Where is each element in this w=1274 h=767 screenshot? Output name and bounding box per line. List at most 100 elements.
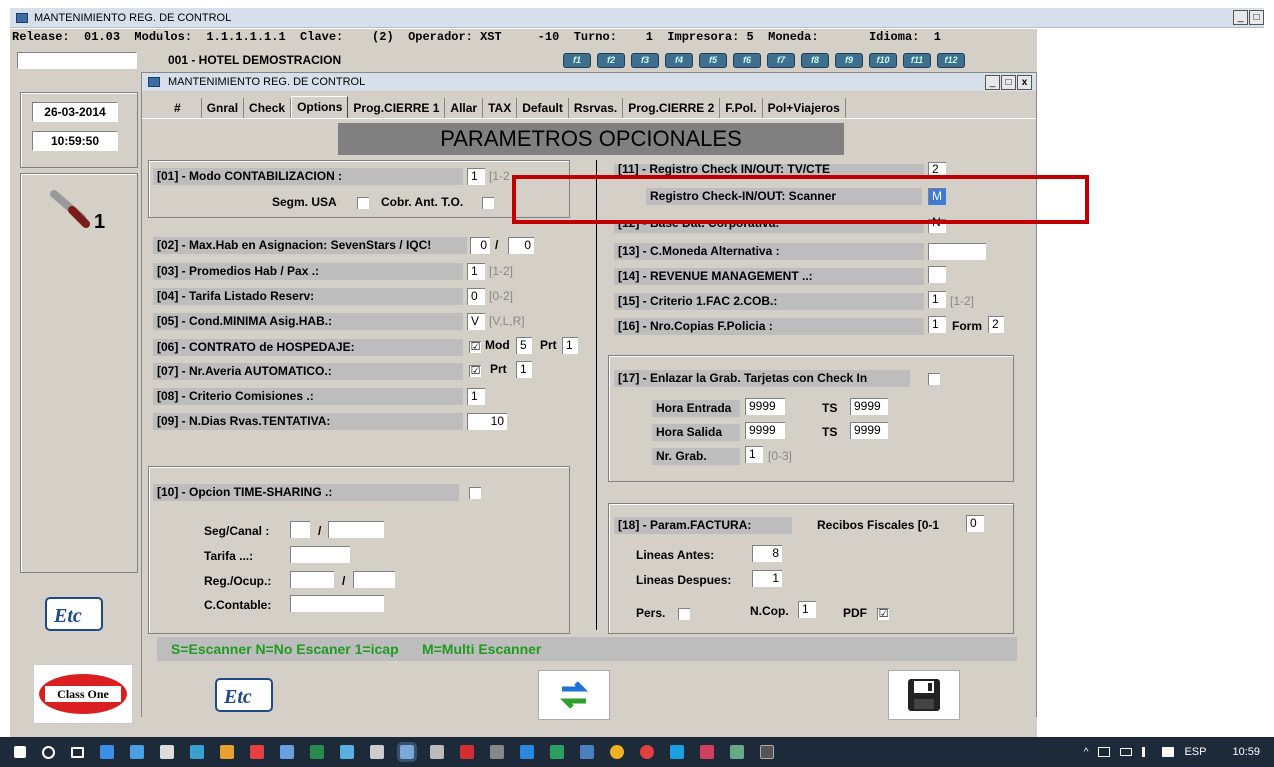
search-icon[interactable]: [42, 745, 55, 759]
param-16-input[interactable]: 1: [928, 316, 946, 333]
fkey-button[interactable]: f5: [699, 53, 727, 68]
hora-entrada-input[interactable]: 9999: [745, 398, 785, 415]
app-icon[interactable]: [730, 745, 744, 759]
app-icon[interactable]: [610, 745, 624, 759]
app-icon[interactable]: [340, 745, 354, 759]
ts-1-input[interactable]: 9999: [850, 398, 888, 415]
app-icon[interactable]: [430, 745, 444, 759]
segm-usa-checkbox[interactable]: [357, 197, 369, 209]
tab-rsrvas[interactable]: Rsrvas.: [569, 98, 624, 118]
tab-hash[interactable]: #: [154, 98, 202, 118]
cobr-checkbox[interactable]: [482, 197, 494, 209]
tools-icon[interactable]: 1: [44, 188, 116, 232]
fkey-button[interactable]: f12: [937, 53, 965, 68]
param-05-input[interactable]: V: [467, 313, 485, 330]
param-06-prt-input[interactable]: 1: [562, 337, 578, 354]
fkey-button[interactable]: f3: [631, 53, 659, 68]
language-indicator[interactable]: ESP: [1184, 746, 1206, 758]
app-icon[interactable]: [460, 745, 474, 759]
fkey-button[interactable]: f1: [563, 53, 591, 68]
seg-canal-input-2[interactable]: [328, 521, 384, 538]
maximize-icon[interactable]: □: [1249, 10, 1264, 25]
fkey-button[interactable]: f9: [835, 53, 863, 68]
param-07-checkbox[interactable]: ☑: [469, 365, 481, 377]
param-17-checkbox[interactable]: [928, 373, 940, 385]
app-icon[interactable]: [490, 745, 504, 759]
app-icon[interactable]: [760, 745, 774, 759]
skype-icon[interactable]: [670, 745, 684, 759]
nr-grab-input[interactable]: 1: [745, 446, 763, 463]
battery-icon[interactable]: [1120, 748, 1133, 756]
chrome-icon[interactable]: [640, 745, 654, 759]
reg-ocup-input-1[interactable]: [290, 571, 334, 588]
param-06-checkbox[interactable]: ☑: [469, 341, 481, 353]
inner-close-icon[interactable]: x: [1017, 75, 1032, 90]
app-icon[interactable]: [220, 745, 234, 759]
explorer-icon[interactable]: [130, 745, 144, 759]
param-02-input-2[interactable]: 0: [508, 237, 534, 254]
fkey-button[interactable]: f10: [869, 53, 897, 68]
inner-minimize-icon[interactable]: _: [985, 75, 1000, 90]
ie-icon[interactable]: [100, 745, 114, 759]
param-16-form-input[interactable]: 2: [988, 316, 1004, 333]
tab-f-pol[interactable]: F.Pol.: [720, 98, 763, 118]
lineas-despues-input[interactable]: 1: [752, 570, 782, 587]
edge-icon[interactable]: [520, 745, 534, 759]
app-icon[interactable]: [310, 745, 324, 759]
fkey-button[interactable]: f7: [767, 53, 795, 68]
param-13-input[interactable]: [928, 243, 986, 260]
tarifa-input[interactable]: [290, 546, 350, 563]
ts-2-input[interactable]: 9999: [850, 422, 888, 439]
param-10-checkbox[interactable]: [469, 487, 481, 499]
app-icon[interactable]: [190, 745, 204, 759]
tab-options[interactable]: Options: [291, 96, 349, 118]
task-view-icon[interactable]: [71, 746, 84, 758]
app-icon[interactable]: [550, 745, 564, 759]
pers-checkbox[interactable]: [678, 608, 690, 620]
volume-icon[interactable]: [1142, 747, 1152, 757]
save-button[interactable]: [888, 670, 960, 720]
store-icon[interactable]: [160, 745, 174, 759]
active-app-icon[interactable]: [397, 742, 417, 762]
fkey-button[interactable]: f2: [597, 53, 625, 68]
param-02-input-1[interactable]: 0: [470, 237, 490, 254]
network-icon[interactable]: [1098, 747, 1111, 757]
fkey-button[interactable]: f4: [665, 53, 693, 68]
clock[interactable]: 10:59: [1232, 746, 1260, 758]
fkey-button[interactable]: f11: [903, 53, 931, 68]
hora-salida-input[interactable]: 9999: [745, 422, 785, 439]
reg-ocup-input-2[interactable]: [353, 571, 395, 588]
app-icon[interactable]: [280, 745, 294, 759]
param-03-input[interactable]: 1: [467, 263, 485, 280]
app-icon[interactable]: [700, 745, 714, 759]
param-07-prt-input[interactable]: 1: [516, 361, 532, 378]
recibos-input[interactable]: 0: [966, 515, 984, 532]
tab-check[interactable]: Check: [244, 98, 292, 118]
app-icon[interactable]: [580, 745, 594, 759]
tab-allar[interactable]: Allar: [445, 98, 484, 118]
tab-tax[interactable]: TAX: [483, 98, 518, 118]
param-11-input[interactable]: 2: [928, 162, 946, 176]
pdf-checkbox[interactable]: ☑: [877, 608, 889, 620]
app-icon[interactable]: [370, 745, 384, 759]
etc-logo-icon[interactable]: Etc: [40, 592, 108, 636]
param-14-input[interactable]: [928, 266, 946, 283]
tab-pol-viajeros[interactable]: Pol+Viajeros: [763, 98, 846, 118]
chevron-up-icon[interactable]: ^: [1084, 747, 1089, 758]
inner-maximize-icon[interactable]: □: [1001, 75, 1016, 90]
lineas-antes-input[interactable]: 8: [752, 545, 782, 562]
tab-default[interactable]: Default: [517, 98, 569, 118]
tab-prog-cierre-1[interactable]: Prog.CIERRE 1: [348, 98, 446, 118]
refresh-button[interactable]: [538, 670, 610, 720]
param-01-input[interactable]: 1: [467, 168, 485, 185]
minimize-icon[interactable]: _: [1233, 10, 1248, 25]
top-input[interactable]: [17, 52, 137, 69]
start-icon[interactable]: [14, 746, 26, 758]
notification-icon[interactable]: [1162, 747, 1175, 757]
fkey-button[interactable]: f6: [733, 53, 761, 68]
param-08-input[interactable]: 1: [467, 388, 485, 405]
param-15-input[interactable]: 1: [928, 291, 946, 308]
tab-prog-cierre-2[interactable]: Prog.CIERRE 2: [623, 98, 721, 118]
param-04-input[interactable]: 0: [467, 288, 485, 305]
seg-canal-input-1[interactable]: [290, 521, 310, 538]
